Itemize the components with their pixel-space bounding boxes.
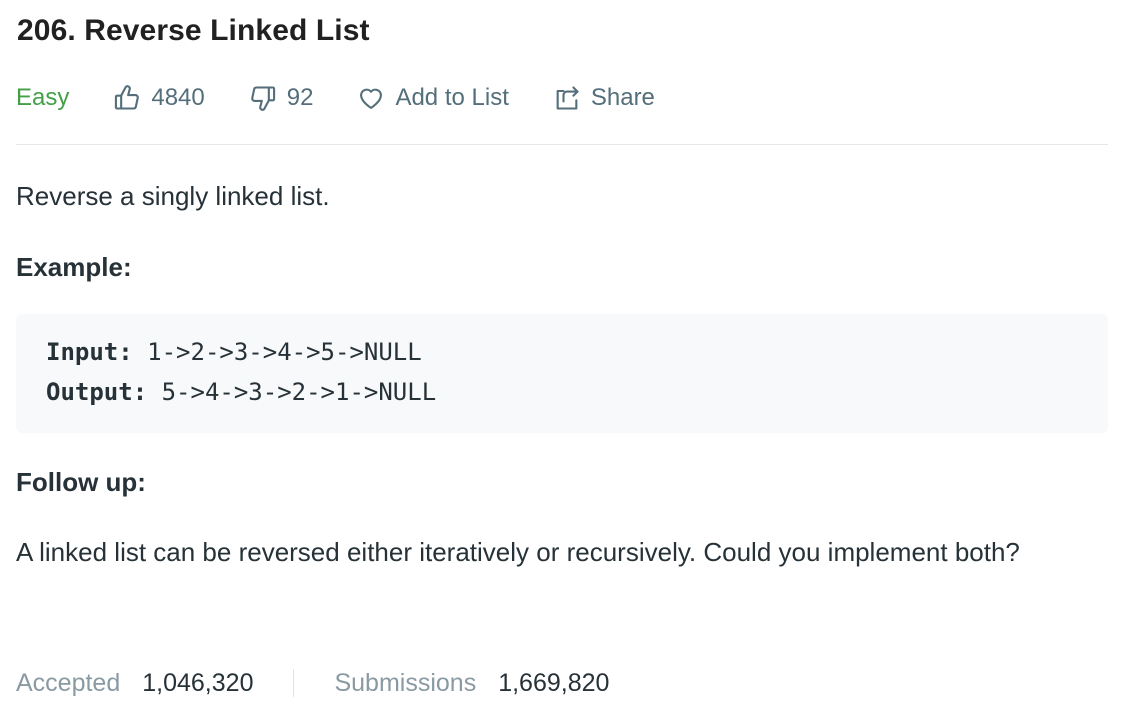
input-value: 1->2->3->4->5->NULL	[132, 338, 422, 366]
dislike-button[interactable]: 92	[249, 84, 314, 112]
submissions-value: 1,669,820	[498, 668, 610, 697]
output-label: Output:	[46, 378, 148, 406]
share-button[interactable]: Share	[553, 84, 655, 112]
add-to-list-button[interactable]: Add to List	[357, 84, 509, 112]
follow-up-text: A linked list can be reversed either ite…	[16, 537, 1020, 567]
add-to-list-label: Add to List	[395, 84, 509, 111]
problem-meta-bar: Easy 4840 92 Add to List Share	[16, 80, 699, 116]
share-label: Share	[590, 84, 655, 111]
accepted-value: 1,046,320	[142, 668, 254, 697]
like-count: 4840	[151, 84, 205, 111]
difficulty-badge: Easy	[16, 84, 70, 111]
follow-up-heading: Follow up:	[16, 467, 146, 497]
like-button[interactable]: 4840	[113, 84, 205, 112]
stats-separator	[293, 669, 295, 697]
thumbs-down-icon	[250, 86, 275, 111]
output-value: 5->4->3->2->1->NULL	[147, 378, 437, 406]
example-heading: Example:	[16, 252, 132, 282]
example-input-line: Input: 1->2->3->4->5->NULL	[46, 338, 422, 366]
dislike-count: 92	[286, 84, 314, 111]
thumbs-up-icon	[115, 85, 140, 110]
header-divider	[16, 144, 1108, 145]
submissions-label: Submissions	[334, 668, 477, 697]
problem-title: 206. Reverse Linked List	[17, 14, 370, 47]
accepted-label: Accepted	[16, 668, 121, 697]
submission-stats: Accepted 1,046,320 Submissions 1,669,820	[16, 664, 609, 702]
heart-icon	[360, 88, 383, 109]
share-icon	[556, 86, 579, 110]
example-output-line: Output: 5->4->3->2->1->NULL	[46, 378, 436, 406]
input-label: Input:	[46, 338, 133, 366]
problem-intro: Reverse a singly linked list.	[16, 181, 330, 211]
example-code-block: Input: 1->2->3->4->5->NULL Output: 5->4-…	[16, 314, 1108, 433]
